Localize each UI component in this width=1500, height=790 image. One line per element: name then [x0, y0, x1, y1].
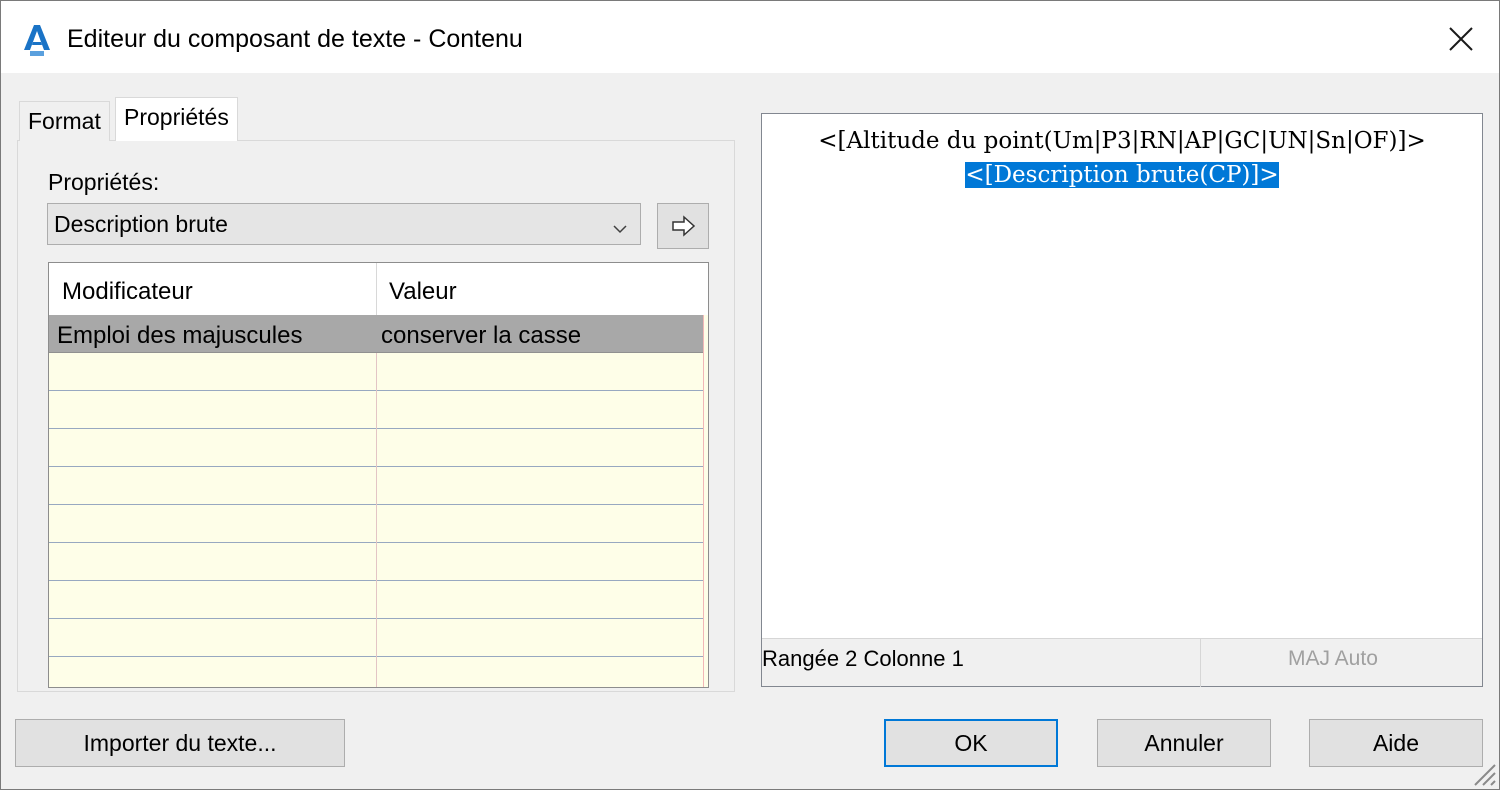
ok-button[interactable]: OK [884, 719, 1058, 767]
modifier-grid: Modificateur Valeur Emploi des majuscule… [48, 262, 709, 688]
title-bar: Editeur du composant de texte - Contenu [1, 1, 1499, 73]
text-component-editor-dialog: Editeur du composant de texte - Contenu … [0, 0, 1500, 790]
tab-properties[interactable]: Propriétés [115, 97, 238, 141]
close-icon[interactable] [1441, 19, 1481, 59]
modifier-cell[interactable]: Emploi des majuscules [49, 315, 376, 352]
text-editor[interactable]: <[Altitude du point(Um|P3|RN|AP|GC|UN|Sn… [761, 113, 1483, 687]
column-header-modifier[interactable]: Modificateur [49, 263, 376, 315]
window-title: Editeur du composant de texte - Contenu [67, 25, 523, 53]
insert-property-button[interactable] [657, 203, 709, 249]
column-header-value[interactable]: Valeur [376, 263, 706, 315]
auto-caps-status: MAJ Auto [1288, 647, 1378, 670]
import-text-button[interactable]: Importer du texte... [15, 719, 345, 767]
property-select[interactable]: Description brute [47, 203, 641, 245]
grid-header: Modificateur Valeur [49, 263, 708, 315]
value-cell[interactable]: conserver la casse [376, 315, 703, 352]
resize-grip-icon[interactable] [1467, 757, 1497, 787]
editor-status-bar: Rangée 2 Colonne 1 MAJ Auto [762, 638, 1482, 687]
cursor-position-status: Rangée 2 Colonne 1 [762, 646, 964, 671]
editor-line-2-selected[interactable]: <[Description brute(CP)]> [965, 162, 1279, 188]
editor-content[interactable]: <[Altitude du point(Um|P3|RN|AP|GC|UN|Sn… [762, 124, 1482, 192]
chevron-down-icon [612, 216, 628, 234]
editor-line-1[interactable]: <[Altitude du point(Um|P3|RN|AP|GC|UN|Sn… [762, 124, 1482, 158]
help-button[interactable]: Aide [1309, 719, 1483, 767]
arrow-right-icon [672, 215, 696, 237]
properties-label: Propriétés: [48, 169, 160, 195]
table-row[interactable]: Emploi des majuscules conserver la casse [49, 315, 703, 353]
tab-format[interactable]: Format [19, 101, 110, 141]
autocad-civil3d-icon [21, 23, 53, 57]
property-select-value: Description brute [54, 211, 228, 237]
cancel-button[interactable]: Annuler [1097, 719, 1271, 767]
